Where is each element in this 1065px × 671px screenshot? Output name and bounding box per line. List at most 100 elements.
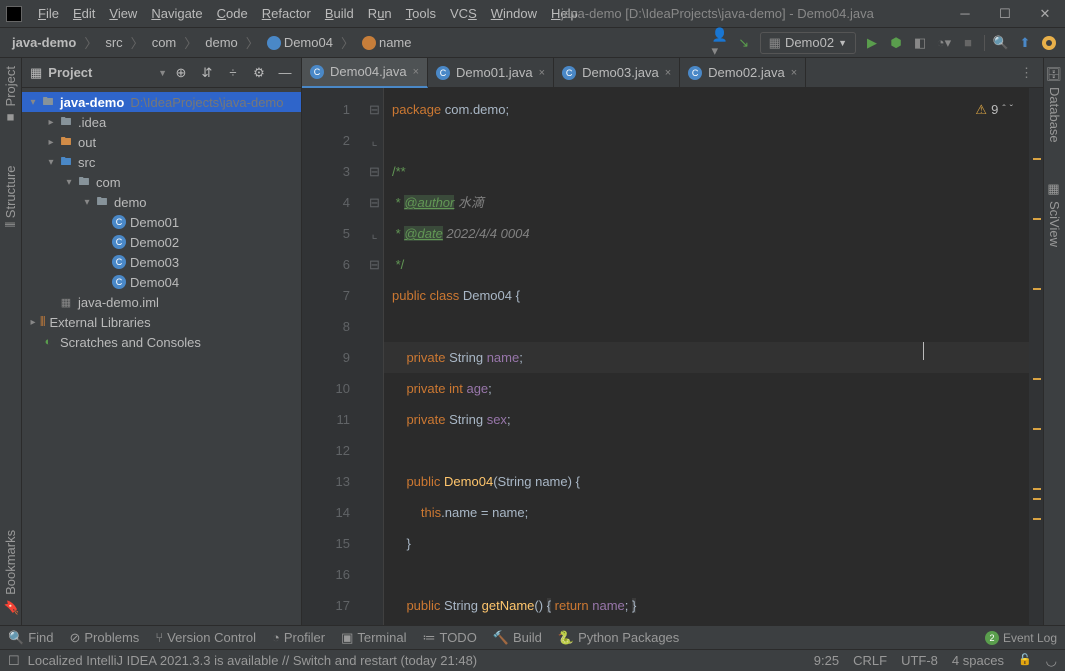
code-view[interactable]: 123 456 789 101112 131415 1617 ⊟⌞ ⊟ ⊟⌞⊟ … bbox=[302, 88, 1043, 625]
tab-version-control[interactable]: ⑂Version Control bbox=[155, 630, 256, 645]
class-icon: C bbox=[112, 255, 126, 269]
search-icon[interactable]: 🔍 bbox=[993, 35, 1009, 51]
tree-idea[interactable]: ▸🖿.idea bbox=[22, 112, 301, 132]
build-icon[interactable]: ↘ bbox=[736, 35, 752, 51]
close-icon[interactable]: × bbox=[413, 66, 419, 78]
tree-out[interactable]: ▸🖿out bbox=[22, 132, 301, 152]
tree-demo[interactable]: ▾🖿demo bbox=[22, 192, 301, 212]
tab-database[interactable]: 🗄Database bbox=[1047, 66, 1062, 142]
tab-bookmarks[interactable]: 🔖Bookmarks bbox=[3, 530, 18, 615]
status-message[interactable]: Localized IntelliJ IDEA 2021.3.3 is avai… bbox=[28, 653, 814, 668]
menu-view[interactable]: View bbox=[103, 4, 143, 23]
chevron-down-icon[interactable]: ▼ bbox=[158, 68, 167, 78]
error-stripe[interactable] bbox=[1029, 88, 1043, 625]
tab-profiler[interactable]: ◔Profiler bbox=[272, 630, 325, 645]
chevron-down-icon[interactable]: ˇ bbox=[1010, 94, 1013, 125]
menu-tools[interactable]: Tools bbox=[400, 4, 442, 23]
menu-code[interactable]: Code bbox=[211, 4, 254, 23]
menu-edit[interactable]: Edit bbox=[67, 4, 101, 23]
tab-problems[interactable]: ⊘Problems bbox=[69, 630, 139, 646]
stop-icon[interactable]: ■ bbox=[960, 35, 976, 51]
tree-file-demo04[interactable]: CDemo04 bbox=[22, 272, 301, 292]
status-toggle-icon[interactable]: ☐ bbox=[8, 653, 20, 669]
tree-root[interactable]: ▾🖿 java-demoD:\IdeaProjects\java-demo bbox=[22, 92, 301, 112]
add-config-icon[interactable]: 👤▾ bbox=[712, 35, 728, 51]
tree-external-libs[interactable]: ▸⫴External Libraries bbox=[22, 312, 301, 332]
tree-com[interactable]: ▾🖿com bbox=[22, 172, 301, 192]
python-icon: 🐍 bbox=[558, 630, 574, 646]
line-separator[interactable]: CRLF bbox=[853, 653, 887, 669]
editor-tab-demo04[interactable]: C Demo04.java × bbox=[302, 58, 428, 88]
menu-build[interactable]: Build bbox=[319, 4, 360, 23]
menu-navigate[interactable]: Navigate bbox=[145, 4, 208, 23]
tab-sciview[interactable]: ▦SciView bbox=[1047, 182, 1062, 247]
more-tabs-icon[interactable]: ⋮ bbox=[1010, 65, 1043, 81]
panel-title[interactable]: Project bbox=[48, 65, 152, 80]
menu-file[interactable]: File bbox=[32, 4, 65, 23]
class-icon: C bbox=[310, 65, 324, 79]
tree-file-demo03[interactable]: CDemo03 bbox=[22, 252, 301, 272]
ide-settings-icon[interactable] bbox=[1041, 35, 1057, 51]
hide-icon[interactable]: — bbox=[277, 65, 293, 81]
coverage-icon[interactable]: ◧ bbox=[912, 35, 928, 51]
select-opened-icon[interactable]: ⊕ bbox=[173, 65, 189, 81]
tab-terminal[interactable]: ▣Terminal bbox=[341, 630, 406, 646]
profile-icon[interactable]: ◔▾ bbox=[936, 35, 952, 51]
crumb-com[interactable]: com bbox=[148, 33, 181, 52]
readonly-icon[interactable]: 🔓 bbox=[1018, 653, 1032, 669]
minimize-icon[interactable]: ─ bbox=[951, 6, 979, 22]
tree-src[interactable]: ▾🖿src bbox=[22, 152, 301, 172]
tab-python-packages[interactable]: 🐍Python Packages bbox=[558, 630, 679, 646]
crumb-project[interactable]: java-demo bbox=[8, 33, 80, 52]
memory-icon[interactable]: ◡ bbox=[1046, 653, 1057, 669]
project-tree[interactable]: ▾🖿 java-demoD:\IdeaProjects\java-demo ▸🖿… bbox=[22, 88, 301, 625]
hammer-icon: 🔨 bbox=[493, 630, 509, 646]
tree-iml[interactable]: ▦java-demo.iml bbox=[22, 292, 301, 312]
maximize-icon[interactable]: ☐ bbox=[991, 6, 1019, 22]
scratch-icon: ◐ bbox=[40, 335, 56, 349]
editor-tab-demo02[interactable]: C Demo02.java × bbox=[680, 58, 806, 88]
crumb-demo[interactable]: demo bbox=[201, 33, 242, 52]
chevron-up-icon[interactable]: ˆ bbox=[1002, 94, 1005, 125]
update-icon[interactable]: ⬆ bbox=[1017, 35, 1033, 51]
run-config-selector[interactable]: ▦ Demo02 ▼ bbox=[760, 32, 856, 54]
expand-all-icon[interactable]: ⇵ bbox=[199, 65, 215, 81]
tab-project[interactable]: ■Project bbox=[3, 66, 18, 125]
notification-badge[interactable]: 2 bbox=[985, 631, 999, 645]
collapse-all-icon[interactable]: ÷ bbox=[225, 65, 241, 81]
tree-file-demo02[interactable]: CDemo02 bbox=[22, 232, 301, 252]
close-icon[interactable]: ✕ bbox=[1031, 6, 1059, 22]
inspection-badge[interactable]: ⚠ 9 ˆ ˇ bbox=[975, 94, 1013, 125]
crumb-src[interactable]: src bbox=[101, 33, 126, 52]
tab-build[interactable]: 🔨Build bbox=[493, 630, 542, 646]
close-icon[interactable]: × bbox=[539, 67, 545, 79]
editor-tab-demo03[interactable]: C Demo03.java × bbox=[554, 58, 680, 88]
tree-file-demo01[interactable]: CDemo01 bbox=[22, 212, 301, 232]
line-numbers: 123 456 789 101112 131415 1617 bbox=[302, 88, 366, 625]
close-icon[interactable]: × bbox=[791, 67, 797, 79]
menu-run[interactable]: Run bbox=[362, 4, 398, 23]
crumb-field[interactable]: name bbox=[358, 33, 416, 53]
tab-structure[interactable]: ⫴Structure bbox=[3, 165, 18, 227]
class-icon: C bbox=[688, 66, 702, 80]
debug-icon[interactable]: ⬢ bbox=[888, 35, 904, 51]
menu-vcs[interactable]: VCS bbox=[444, 4, 483, 23]
folder-icon: 🖿 bbox=[40, 95, 56, 109]
tab-event-log[interactable]: Event Log bbox=[1003, 631, 1057, 645]
warning-icon: ⚠ bbox=[975, 94, 987, 125]
tab-find[interactable]: 🔍Find bbox=[8, 630, 53, 646]
fold-gutter[interactable]: ⊟⌞ ⊟ ⊟⌞⊟ bbox=[366, 88, 384, 625]
caret-position[interactable]: 9:25 bbox=[814, 653, 839, 669]
editor-tab-demo01[interactable]: C Demo01.java × bbox=[428, 58, 554, 88]
crumb-class[interactable]: Demo04 bbox=[263, 33, 337, 53]
tree-scratches[interactable]: ◐Scratches and Consoles bbox=[22, 332, 301, 352]
indent-info[interactable]: 4 spaces bbox=[952, 653, 1004, 669]
close-icon[interactable]: × bbox=[665, 67, 671, 79]
code-content[interactable]: ⚠ 9 ˆ ˇ package com.demo; /** * @author … bbox=[384, 88, 1029, 625]
file-encoding[interactable]: UTF-8 bbox=[901, 653, 938, 669]
run-icon[interactable]: ▶ bbox=[864, 35, 880, 51]
gear-icon[interactable]: ⚙ bbox=[251, 65, 267, 81]
tab-todo[interactable]: ≔TODO bbox=[422, 630, 476, 646]
menu-refactor[interactable]: Refactor bbox=[256, 4, 317, 23]
folder-icon: 🖿 bbox=[94, 195, 110, 209]
